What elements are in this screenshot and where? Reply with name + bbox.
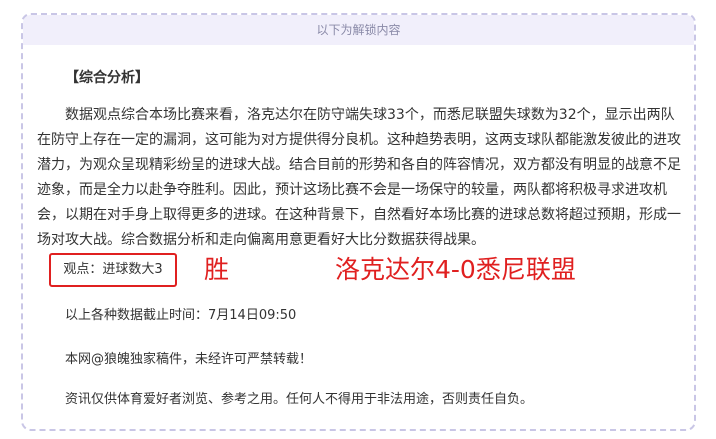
unlocked-content-card: 以下为解锁内容 【综合分析】 数据观点综合本场比赛来看，洛克达尔在防守端失球33… — [21, 13, 696, 431]
copyright-notice: 本网@狼魄独家稿件，未经许可严禁转载！ — [65, 352, 313, 367]
unlocked-notice-header: 以下为解锁内容 — [23, 15, 694, 45]
result-annotation: 胜 — [204, 255, 230, 284]
analysis-title: 【综合分析】 — [65, 70, 149, 86]
data-deadline: 以上各种数据截止时间：7月14日09:50 — [65, 308, 297, 323]
disclaimer: 资讯仅供体育爱好者浏览、参考之用。任何人不得用于非法用途，否则责任自负。 — [65, 392, 534, 407]
score-prediction-annotation: 洛克达尔4-0悉尼联盟 — [335, 255, 576, 284]
opinion-box: 观点：进球数大3 — [49, 253, 177, 287]
analysis-body: 数据观点综合本场比赛来看，洛克达尔在防守端失球33个，而悉尼联盟失球数为32个，… — [37, 107, 681, 248]
